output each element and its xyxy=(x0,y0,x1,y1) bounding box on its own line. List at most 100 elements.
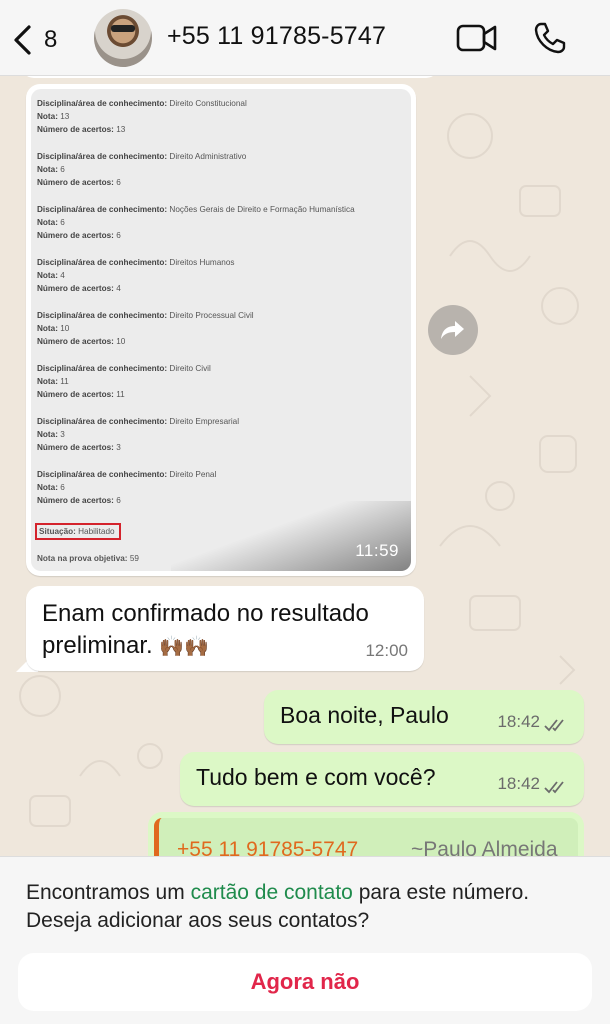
disciplina-row-value: Direito Constitucional xyxy=(169,99,247,108)
not-now-button[interactable]: Agora não xyxy=(18,953,592,1011)
acertos-row: Número de acertos: 4 xyxy=(37,282,405,295)
disciplina-row-label: Disciplina/área de conhecimento: xyxy=(37,417,168,426)
disciplina-row: Disciplina/área de conhecimento: Direito… xyxy=(37,97,405,110)
disciplina-row: Disciplina/área de conhecimento: Direito… xyxy=(37,415,405,428)
disciplina-row-value: Direito Civil xyxy=(169,364,211,373)
acertos-row-value: 6 xyxy=(116,231,121,240)
back-button[interactable]: 8 xyxy=(12,20,72,60)
acertos-row-label: Número de acertos: xyxy=(37,125,114,134)
acertos-row-label: Número de acertos: xyxy=(37,337,114,346)
result-block: Disciplina/área de conhecimento: Noções … xyxy=(37,203,405,242)
disciplina-row-label: Disciplina/área de conhecimento: xyxy=(37,152,168,161)
nota-row: Nota: 10 xyxy=(37,322,405,335)
disciplina-row: Disciplina/área de conhecimento: Direito… xyxy=(37,150,405,163)
acertos-row: Número de acertos: 6 xyxy=(37,229,405,242)
disciplina-row-label: Disciplina/área de conhecimento: xyxy=(37,205,168,214)
result-block: Disciplina/área de conhecimento: Direito… xyxy=(37,256,405,295)
sheet-message: Encontramos um cartão de contato para es… xyxy=(26,879,586,935)
result-block: Disciplina/área de conhecimento: Direito… xyxy=(37,97,405,136)
nota-row: Nota: 3 xyxy=(37,428,405,441)
nota-final-label: Nota na prova objetiva: xyxy=(37,554,128,563)
message-time: 18:42 xyxy=(497,712,540,731)
message-time: 12:00 xyxy=(365,641,408,660)
nota-row-label: Nota: xyxy=(37,271,58,280)
nota-row-value: 3 xyxy=(60,430,65,439)
disciplina-row-label: Disciplina/área de conhecimento: xyxy=(37,258,168,267)
message-text: Boa noite, Paulo xyxy=(280,702,449,728)
situacao-value: Habilitado xyxy=(78,527,115,536)
nota-row-value: 11 xyxy=(60,377,69,386)
unread-count: 8 xyxy=(44,26,58,53)
nota-row-value: 10 xyxy=(60,324,70,333)
acertos-row-value: 3 xyxy=(116,443,121,452)
contact-card-link[interactable]: cartão de contato xyxy=(191,881,353,904)
nota-row-value: 13 xyxy=(60,112,70,121)
situacao-highlight: Situação: Habilitado xyxy=(35,523,121,540)
acertos-row-value: 10 xyxy=(116,337,126,346)
video-call-icon[interactable] xyxy=(456,22,498,54)
nota-row-value: 4 xyxy=(60,271,65,280)
nota-row-label: Nota: xyxy=(37,377,58,386)
nota-final-value: 59 xyxy=(129,554,139,563)
result-block: Disciplina/área de conhecimento: Direito… xyxy=(37,415,405,454)
message-time: 11:59 xyxy=(355,541,399,560)
acertos-row-label: Número de acertos: xyxy=(37,284,114,293)
result-block: Disciplina/área de conhecimento: Direito… xyxy=(37,362,405,401)
read-ticks-icon xyxy=(544,719,564,732)
nota-row: Nota: 6 xyxy=(37,163,405,176)
incoming-message[interactable]: Enam confirmado no resultado preliminar.… xyxy=(26,586,424,671)
acertos-row-label: Número de acertos: xyxy=(37,496,114,505)
chat-header: 8 +55 11 91785-5747 xyxy=(0,0,610,76)
nota-row: Nota: 6 xyxy=(37,481,405,494)
nota-row-label: Nota: xyxy=(37,324,58,333)
image-message[interactable]: Disciplina/área de conhecimento: Direito… xyxy=(26,84,416,576)
situacao-label: Situação: xyxy=(39,527,76,536)
disciplina-row-value: Direitos Humanos xyxy=(169,258,235,267)
disciplina-row-label: Disciplina/área de conhecimento: xyxy=(37,99,168,108)
message-text: Enam confirmado no resultado preliminar.… xyxy=(42,598,412,663)
forward-arrow-icon xyxy=(441,321,464,339)
acertos-row-value: 6 xyxy=(116,496,121,505)
nota-row-label: Nota: xyxy=(37,430,58,439)
nota-row: Nota: 6 xyxy=(37,216,405,229)
acertos-row-label: Número de acertos: xyxy=(37,178,114,187)
disciplina-row: Disciplina/área de conhecimento: Noções … xyxy=(37,203,405,216)
result-document-image: Disciplina/área de conhecimento: Direito… xyxy=(31,89,411,571)
disciplina-row-value: Noções Gerais de Direito e Formação Huma… xyxy=(169,205,355,214)
nota-row: Nota: 11 xyxy=(37,375,405,388)
message-time: 18:42 xyxy=(497,774,540,793)
disciplina-row-value: Direito Processual Civil xyxy=(169,311,254,320)
result-block: Disciplina/área de conhecimento: Direito… xyxy=(37,150,405,189)
nota-row-value: 6 xyxy=(60,483,65,492)
acertos-row: Número de acertos: 3 xyxy=(37,441,405,454)
add-contact-sheet: Encontramos um cartão de contato para es… xyxy=(0,856,610,1024)
result-block: Disciplina/área de conhecimento: Direito… xyxy=(37,309,405,348)
acertos-row: Número de acertos: 13 xyxy=(37,123,405,136)
forward-button[interactable] xyxy=(428,305,478,355)
acertos-row: Número de acertos: 11 xyxy=(37,388,405,401)
outgoing-message[interactable]: Boa noite, Paulo 18:42 xyxy=(264,690,584,744)
avatar[interactable] xyxy=(94,9,152,67)
sheet-text-before: Encontramos um xyxy=(26,881,191,904)
disciplina-row-label: Disciplina/área de conhecimento: xyxy=(37,364,168,373)
nota-row-value: 6 xyxy=(60,165,65,174)
disciplina-row: Disciplina/área de conhecimento: Direito… xyxy=(37,256,405,269)
disciplina-row-value: Direito Administrativo xyxy=(169,152,247,161)
nota-row-label: Nota: xyxy=(37,112,58,121)
disciplina-row: Disciplina/área de conhecimento: Direito… xyxy=(37,468,405,481)
outgoing-message[interactable]: Tudo bem e com você? 18:42 xyxy=(180,752,584,806)
acertos-row: Número de acertos: 6 xyxy=(37,176,405,189)
acertos-row-value: 11 xyxy=(116,390,125,399)
acertos-row: Número de acertos: 10 xyxy=(37,335,405,348)
acertos-row-label: Número de acertos: xyxy=(37,231,114,240)
disciplina-row-value: Direito Penal xyxy=(169,470,217,479)
nota-row: Nota: 4 xyxy=(37,269,405,282)
phone-call-icon[interactable] xyxy=(532,20,568,56)
disciplina-row: Disciplina/área de conhecimento: Direito… xyxy=(37,362,405,375)
chat-title[interactable]: +55 11 91785-5747 xyxy=(167,22,386,51)
acertos-row-value: 13 xyxy=(116,125,126,134)
acertos-row-value: 6 xyxy=(116,178,121,187)
nota-row-label: Nota: xyxy=(37,165,58,174)
disciplina-row-label: Disciplina/área de conhecimento: xyxy=(37,311,168,320)
nota-row: Nota: 13 xyxy=(37,110,405,123)
